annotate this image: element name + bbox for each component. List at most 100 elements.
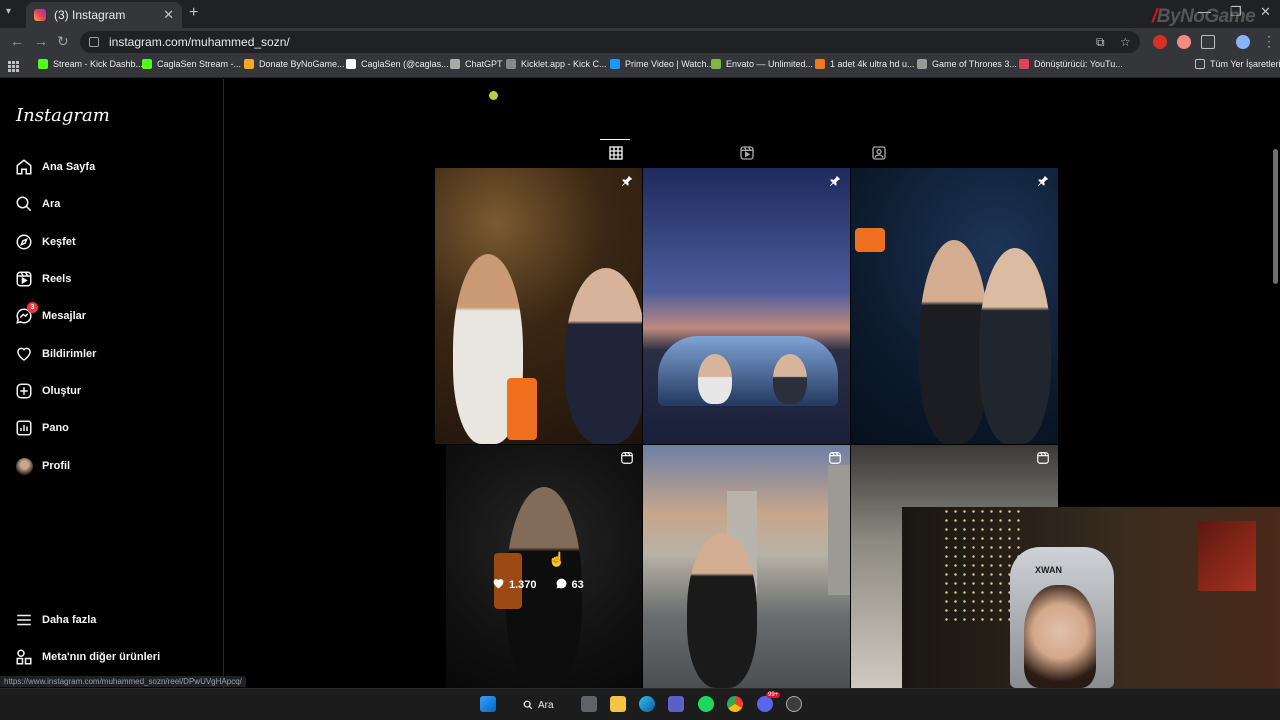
discord-icon[interactable] — [757, 696, 773, 712]
browser-menu-icon[interactable]: ⋮ — [1262, 33, 1276, 50]
instagram-sidebar: Instagram Ana Sayfa Ara Keşfet Reels 3 M… — [0, 79, 224, 688]
bookmark-label: Dönüştürücü: YouTu... — [1034, 59, 1123, 69]
reload-button[interactable]: ↻ — [57, 33, 69, 50]
nav-dashboard[interactable]: Pano — [14, 416, 69, 440]
scrollbar-thumb[interactable] — [1273, 149, 1278, 284]
chrome-icon[interactable] — [727, 696, 743, 712]
post-tile[interactable] — [643, 168, 850, 444]
bookmark-label: CaglaSen Stream -... — [157, 59, 242, 69]
instagram-logo[interactable]: Instagram — [16, 105, 110, 126]
install-app-icon[interactable]: ⧉ — [1096, 31, 1105, 53]
bookmark-favicon-icon — [1019, 59, 1029, 69]
nav-label: Meta'nın diğer ürünleri — [42, 651, 161, 663]
close-window-icon[interactable]: ✕ — [1260, 4, 1271, 20]
nav-label: Keşfet — [42, 236, 76, 248]
post-tile-hovered[interactable]: 1.370 63 ☝ — [446, 445, 642, 688]
bookmark-item[interactable]: Kicklet.app - Kick C... — [506, 59, 607, 69]
post-tile[interactable] — [851, 168, 1058, 444]
file-explorer-icon[interactable] — [610, 696, 626, 712]
avatar — [15, 457, 33, 475]
forward-button[interactable]: → — [34, 33, 48, 49]
taskbar-search[interactable]: Ara — [517, 695, 560, 715]
tab-tagged-icon[interactable] — [871, 145, 887, 161]
dashboard-icon — [14, 418, 34, 438]
nav-notifications[interactable]: Bildirimler — [14, 342, 96, 366]
bookmark-label: ChatGPT — [465, 59, 503, 69]
post-tile[interactable] — [435, 168, 642, 444]
close-tab-icon[interactable]: ✕ — [163, 7, 174, 23]
edge-icon[interactable] — [639, 696, 655, 712]
address-bar[interactable]: instagram.com/muhammed_sozn/ ⧉ ☆ — [80, 31, 1140, 53]
nav-label: Oluştur — [42, 385, 82, 397]
plus-square-icon — [14, 381, 34, 401]
bookmark-label: Envato — Unlimited... — [726, 59, 814, 69]
likes-heart-icon — [492, 577, 505, 593]
browser-tab-bar: ▾ (3) Instagram ✕ + /ByNoGame — ❐ ✕ — [0, 0, 1280, 28]
bookmark-item[interactable]: Prime Video | Watch... — [610, 59, 714, 69]
reel-indicator-icon — [620, 451, 634, 465]
bookmark-item[interactable]: CaglaSen (@caglas... — [346, 59, 449, 69]
new-tab-button[interactable]: + — [189, 4, 198, 22]
bookmark-item[interactable]: Envato — Unlimited... — [711, 59, 813, 69]
nav-profile[interactable]: Profil — [14, 454, 70, 478]
bookmark-item[interactable]: Stream - Kick Dashb... — [38, 59, 143, 69]
nav-search[interactable]: Ara — [14, 192, 60, 216]
pinned-icon — [620, 174, 634, 188]
reels-icon — [14, 269, 34, 289]
nav-home[interactable]: Ana Sayfa — [14, 155, 95, 179]
spotify-icon[interactable] — [698, 696, 714, 712]
tab-reels-icon[interactable] — [739, 145, 755, 161]
windows-start-icon[interactable] — [480, 696, 496, 712]
bookmark-favicon-icon — [610, 59, 620, 69]
extension-red-icon[interactable] — [1153, 35, 1167, 49]
bookmark-item[interactable]: 1 adet 4k ultra hd u... — [815, 59, 915, 69]
phone-prop — [855, 228, 885, 252]
browser-tab-instagram[interactable]: (3) Instagram ✕ — [26, 2, 182, 28]
wall-poster — [1198, 521, 1256, 591]
nav-reels[interactable]: Reels — [14, 267, 71, 291]
tab-search-dropdown-icon[interactable]: ▾ — [6, 6, 11, 17]
bookmark-item[interactable]: ChatGPT — [450, 59, 503, 69]
restore-icon[interactable]: ❐ — [1230, 4, 1242, 20]
bookmark-item[interactable]: CaglaSen Stream -... — [142, 59, 241, 69]
bookmark-favicon-icon — [506, 59, 516, 69]
extensions-puzzle-icon[interactable] — [1201, 35, 1215, 49]
back-button[interactable]: ← — [10, 33, 24, 49]
apps-grid-icon[interactable] — [8, 61, 19, 72]
chair-label: XWAN — [1035, 565, 1062, 575]
bookmark-label: Game of Thrones 3... — [932, 59, 1017, 69]
browser-toolbar: ← → ↻ instagram.com/muhammed_sozn/ ⧉ ☆ ⋮ — [0, 28, 1280, 56]
site-info-icon[interactable] — [89, 37, 99, 47]
nav-messages[interactable]: 3 Mesajlar — [14, 302, 86, 328]
search-icon — [523, 700, 533, 710]
bookmark-label: Prime Video | Watch... — [625, 59, 714, 69]
notification-badge: 99+ — [766, 692, 781, 698]
post-stats: 1.370 63 — [492, 577, 584, 593]
bookmark-favicon-icon — [450, 59, 460, 69]
nav-create[interactable]: Oluştur — [14, 379, 81, 403]
nav-meta-products[interactable]: Meta'nın diğer ürünleri — [14, 645, 160, 669]
minimize-icon[interactable]: — — [1198, 4, 1211, 19]
profile-avatar-icon[interactable] — [1236, 35, 1250, 49]
extension-pink-icon[interactable] — [1177, 35, 1191, 49]
nav-label: Ara — [42, 198, 61, 210]
bookmark-item[interactable]: Dönüştürücü: YouTu... — [1019, 59, 1123, 69]
comments-count: 63 — [571, 579, 584, 591]
all-bookmarks-folder[interactable]: Tüm Yer İşaretleri — [1195, 59, 1280, 69]
teams-icon[interactable] — [668, 696, 684, 712]
bookmark-label: 1 adet 4k ultra hd u... — [830, 59, 915, 69]
bookmark-item[interactable]: Donate ByNoGame... — [244, 59, 345, 69]
tab-posts-grid-icon[interactable] — [608, 145, 624, 161]
active-tab-indicator — [600, 139, 630, 140]
task-view-icon[interactable] — [581, 696, 597, 712]
nav-explore[interactable]: Keşfet — [14, 230, 76, 254]
streamer-webcam: XWAN — [902, 507, 1280, 688]
post-tile[interactable] — [643, 445, 850, 688]
bookmark-favicon-icon — [244, 59, 254, 69]
nav-more[interactable]: Daha fazla — [14, 608, 96, 632]
bookmark-star-icon[interactable]: ☆ — [1120, 31, 1131, 53]
hamburger-menu-icon — [14, 610, 34, 630]
windows-taskbar: Ara 99+ — [0, 688, 1280, 720]
bookmark-item[interactable]: Game of Thrones 3... — [917, 59, 1017, 69]
steam-icon[interactable] — [786, 696, 802, 712]
